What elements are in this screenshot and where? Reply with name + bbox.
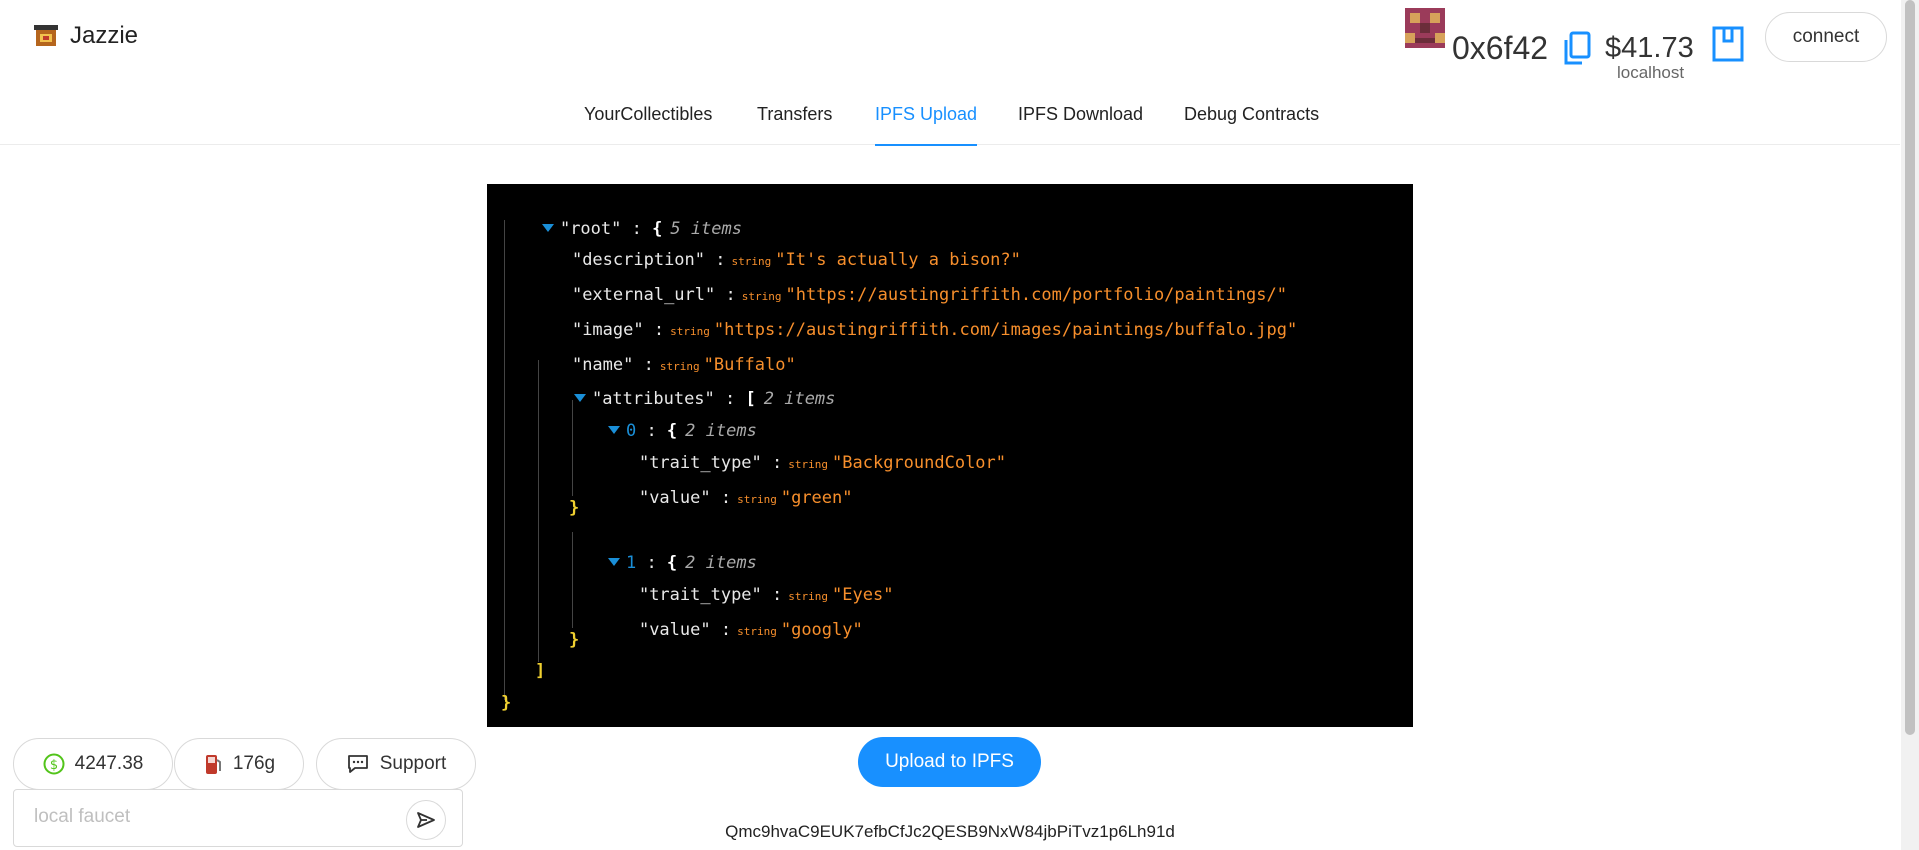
upload-to-ipfs-button[interactable]: Upload to IPFS bbox=[858, 737, 1041, 787]
account-area: 0x6f42 $41.73 localhost connect bbox=[1405, 8, 1905, 82]
tab-ipfs-download[interactable]: IPFS Download bbox=[1018, 104, 1143, 144]
app-logo-icon bbox=[34, 25, 58, 46]
json-attributes-close: ] bbox=[535, 661, 546, 681]
blockie-avatar[interactable] bbox=[1405, 8, 1445, 48]
app-title: Jazzie bbox=[70, 22, 139, 49]
json-attr1-close: } bbox=[569, 630, 580, 650]
svg-text:$: $ bbox=[50, 758, 58, 773]
wallet-icon[interactable] bbox=[1711, 25, 1745, 63]
json-attr1-value-line: "value" : string "googly" bbox=[638, 620, 863, 640]
eth-price-button[interactable]: $ 4247.38 bbox=[13, 738, 173, 790]
tab-transfers[interactable]: Transfers bbox=[757, 104, 832, 144]
connect-button[interactable]: connect bbox=[1765, 12, 1887, 62]
gas-pump-icon bbox=[205, 755, 221, 774]
network-label: localhost bbox=[1617, 63, 1685, 82]
json-editor[interactable]: "root" : {5 items "description" : string "… bbox=[487, 184, 1413, 727]
faucet-address-input[interactable] bbox=[32, 805, 396, 829]
copy-icon[interactable] bbox=[1562, 31, 1592, 67]
dollar-icon: $ bbox=[43, 753, 65, 775]
account-address[interactable]: 0x6f42 bbox=[1452, 30, 1548, 67]
faucet-send-button[interactable] bbox=[406, 800, 446, 840]
support-label: Support bbox=[379, 753, 447, 774]
tab-ipfs-upload[interactable]: IPFS Upload bbox=[875, 104, 978, 146]
gas-price-value: 176g bbox=[232, 753, 276, 774]
json-attr0-close: } bbox=[569, 498, 580, 518]
faucet-box bbox=[13, 789, 463, 847]
json-root-close: } bbox=[501, 693, 512, 713]
tab-your-collectibles[interactable]: YourCollectibles bbox=[584, 104, 712, 144]
send-icon bbox=[417, 812, 435, 828]
main-nav: YourCollectibles Transfers IPFS Upload I… bbox=[0, 82, 1900, 146]
json-attr0-value-line: "value" : string "green" bbox=[638, 488, 853, 508]
eth-price-value: 4247.38 bbox=[74, 753, 144, 774]
support-button[interactable]: Support bbox=[316, 738, 476, 790]
tree-guide-root bbox=[504, 220, 505, 700]
tab-debug-contracts[interactable]: Debug Contracts bbox=[1184, 104, 1319, 144]
page-scrollbar[interactable] bbox=[1901, 0, 1919, 850]
scrollbar-thumb[interactable] bbox=[1905, 0, 1915, 735]
brand[interactable]: Jazzie bbox=[32, 22, 138, 50]
gas-price-button[interactable]: 176g bbox=[174, 738, 304, 790]
account-balance: $41.73 bbox=[1605, 32, 1694, 64]
chat-icon bbox=[347, 755, 368, 773]
